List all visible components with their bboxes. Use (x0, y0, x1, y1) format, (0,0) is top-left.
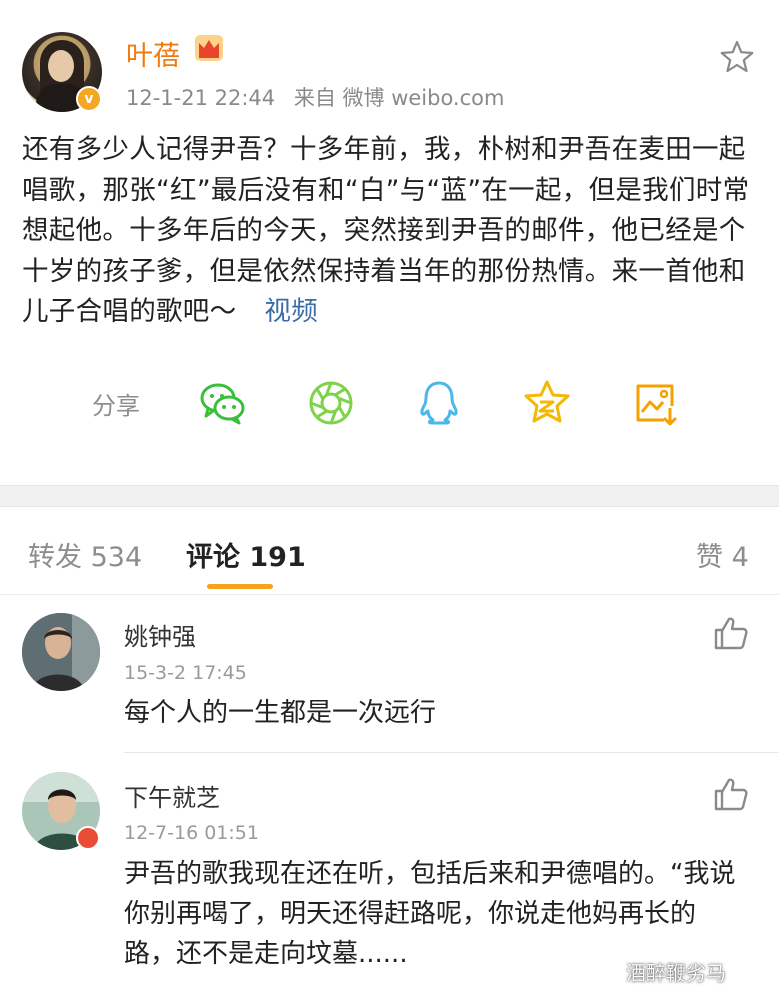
comment-item: 姚钟强 15-3-2 17:45 每个人的一生都是一次远行 (0, 595, 779, 753)
post-source: 来自 微博 weibo.com (293, 86, 505, 110)
comment-time: 15-3-2 17:45 (124, 662, 247, 684)
qq-icon[interactable] (414, 378, 464, 428)
weibo-post: v 叶蓓 12-1-21 22:44 来自 微博 weibo.com 还有多少人… (0, 0, 779, 485)
like-thumb-icon[interactable] (712, 776, 748, 812)
post-meta: 12-1-21 22:44 来自 微博 weibo.com (126, 82, 516, 112)
video-link[interactable]: 视频 (264, 296, 318, 327)
member-badge-icon (76, 826, 100, 850)
wechat-icon[interactable] (198, 378, 248, 428)
crown-icon (195, 35, 223, 61)
author-name[interactable]: 叶蓓 (126, 34, 180, 73)
tab-likes[interactable]: 赞 4 (696, 535, 749, 574)
tab-repost[interactable]: 转发 534 (28, 535, 142, 574)
comment-divider (124, 752, 779, 753)
comment-text: 每个人的一生都是一次远行 (124, 698, 437, 728)
section-divider (0, 485, 779, 507)
interaction-tabs: 转发 534 评论 191 赞 4 (0, 507, 779, 595)
tab-comments[interactable]: 评论 191 (186, 535, 306, 574)
watermark-text: 酒醉鞭劣马 (626, 961, 726, 985)
commenter-name[interactable]: 下午就芝 (124, 778, 220, 813)
commenter-avatar[interactable] (22, 613, 100, 691)
post-text: 还有多少人记得尹吾？十多年前，我，朴树和尹吾在麦田一起唱歌，那张“红”最后没有和… (22, 134, 750, 327)
verified-badge-icon: v (76, 86, 102, 112)
save-image-icon[interactable] (630, 378, 680, 428)
favorite-star-icon[interactable] (718, 38, 756, 76)
commenter-name[interactable]: 姚钟强 (124, 617, 196, 652)
active-tab-indicator (207, 584, 273, 589)
comment-time: 12-7-16 01:51 (124, 822, 259, 844)
comment-text: 尹吾的歌我现在还在听，包括后来和尹德唱的。“我说你别再喝了，明天还得赶路呢，你说… (124, 859, 736, 969)
share-label: 分享 (92, 392, 140, 420)
like-thumb-icon[interactable] (712, 615, 748, 651)
qzone-icon[interactable] (522, 378, 572, 428)
post-timestamp: 12-1-21 22:44 (126, 86, 276, 110)
moments-icon[interactable] (306, 378, 356, 428)
post-body: 还有多少人记得尹吾？十多年前，我，朴树和尹吾在麦田一起唱歌，那张“红”最后没有和… (22, 130, 762, 333)
